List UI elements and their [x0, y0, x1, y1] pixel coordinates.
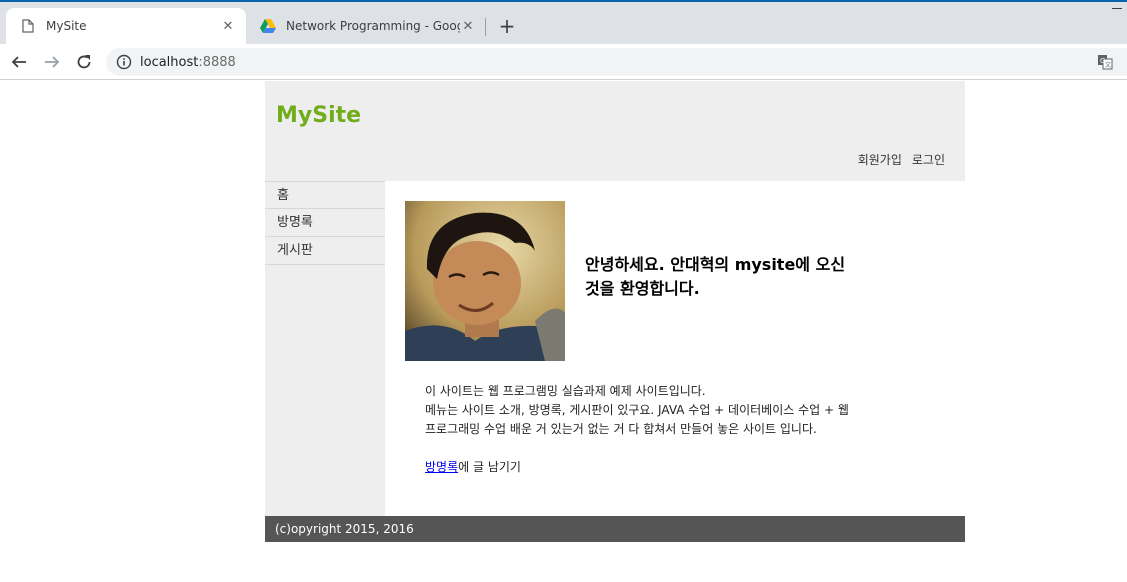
- browser-tabbar: MySite ✕ Network Programming - Google ✕ …: [0, 0, 1127, 44]
- login-link[interactable]: 로그인: [912, 151, 945, 168]
- description-line-3: 프로그래밍 수업 배운 거 있는거 없는 거 다 합쳐서 만들어 놓은 사이트 …: [425, 422, 817, 436]
- arrow-left-icon: [11, 56, 26, 68]
- site-nav: 홈 방명록 게시판: [265, 181, 385, 516]
- reload-icon: [77, 55, 91, 69]
- browser-toolbar: localhost:8888 G文: [0, 44, 1127, 80]
- site-description: 이 사이트는 웹 프로그램밍 실습과제 예제 사이트입니다. 메뉴는 사이트 소…: [425, 382, 935, 439]
- new-tab-button[interactable]: +: [496, 14, 518, 38]
- url-port: :8888: [198, 54, 236, 70]
- tab-title: MySite: [46, 19, 87, 33]
- guestbook-prompt: 방명록에 글 남기기: [425, 458, 521, 475]
- back-button[interactable]: [8, 51, 30, 73]
- minimize-button[interactable]: [1112, 8, 1122, 9]
- nav-item-home[interactable]: 홈: [265, 181, 385, 209]
- tabbar-accent-line: [0, 0, 1127, 2]
- close-icon[interactable]: ✕: [220, 18, 236, 34]
- address-bar[interactable]: localhost:8888 G文: [106, 48, 1127, 76]
- info-icon[interactable]: [116, 54, 132, 70]
- site-title[interactable]: MySite: [276, 103, 361, 128]
- tab-title: Network Programming - Google: [286, 19, 460, 33]
- nav-item-board[interactable]: 게시판: [265, 237, 385, 265]
- welcome-line-2: 것을 환영합니다.: [585, 279, 700, 298]
- nav-item-guestbook[interactable]: 방명록: [265, 209, 385, 237]
- url-text: localhost:8888: [140, 55, 236, 70]
- page-icon: [20, 18, 36, 34]
- translate-icon[interactable]: G文: [1097, 54, 1113, 70]
- tab-mysite[interactable]: MySite ✕: [6, 8, 246, 44]
- site-header: MySite 회원가입 로그인: [265, 81, 965, 181]
- tab-separator: [485, 18, 486, 36]
- join-link[interactable]: 회원가입: [858, 151, 902, 168]
- header-links: 회원가입 로그인: [858, 151, 945, 168]
- description-line-1: 이 사이트는 웹 프로그램밍 실습과제 예제 사이트입니다.: [425, 384, 706, 398]
- welcome-line-1: 안녕하세요. 안대혁의 mysite에 오신: [585, 255, 846, 274]
- site-footer: (c)opyright 2015, 2016: [265, 516, 965, 542]
- forward-button[interactable]: [41, 51, 63, 73]
- welcome-heading: 안녕하세요. 안대혁의 mysite에 오신 것을 환영합니다.: [585, 253, 895, 301]
- arrow-right-icon: [45, 56, 60, 68]
- profile-photo: [405, 201, 565, 361]
- main-content: 안녕하세요. 안대혁의 mysite에 오신 것을 환영합니다. 이 사이트는 …: [385, 181, 965, 516]
- tab-network-programming[interactable]: Network Programming - Google ✕: [246, 8, 486, 44]
- guestbook-link[interactable]: 방명록: [425, 460, 458, 474]
- svg-text:文: 文: [1105, 61, 1111, 69]
- url-host: localhost: [140, 54, 199, 70]
- reload-button[interactable]: [73, 51, 95, 73]
- close-icon[interactable]: ✕: [460, 18, 476, 34]
- google-drive-icon: [260, 18, 276, 34]
- description-line-2: 메뉴는 사이트 소개, 방명록, 게시판이 있구요. JAVA 수업 + 데이터…: [425, 403, 849, 417]
- guestbook-suffix: 에 글 남기기: [458, 460, 521, 474]
- site-container: MySite 회원가입 로그인 홈 방명록 게시판 안녕하세요. 안대혁의 my…: [265, 81, 965, 542]
